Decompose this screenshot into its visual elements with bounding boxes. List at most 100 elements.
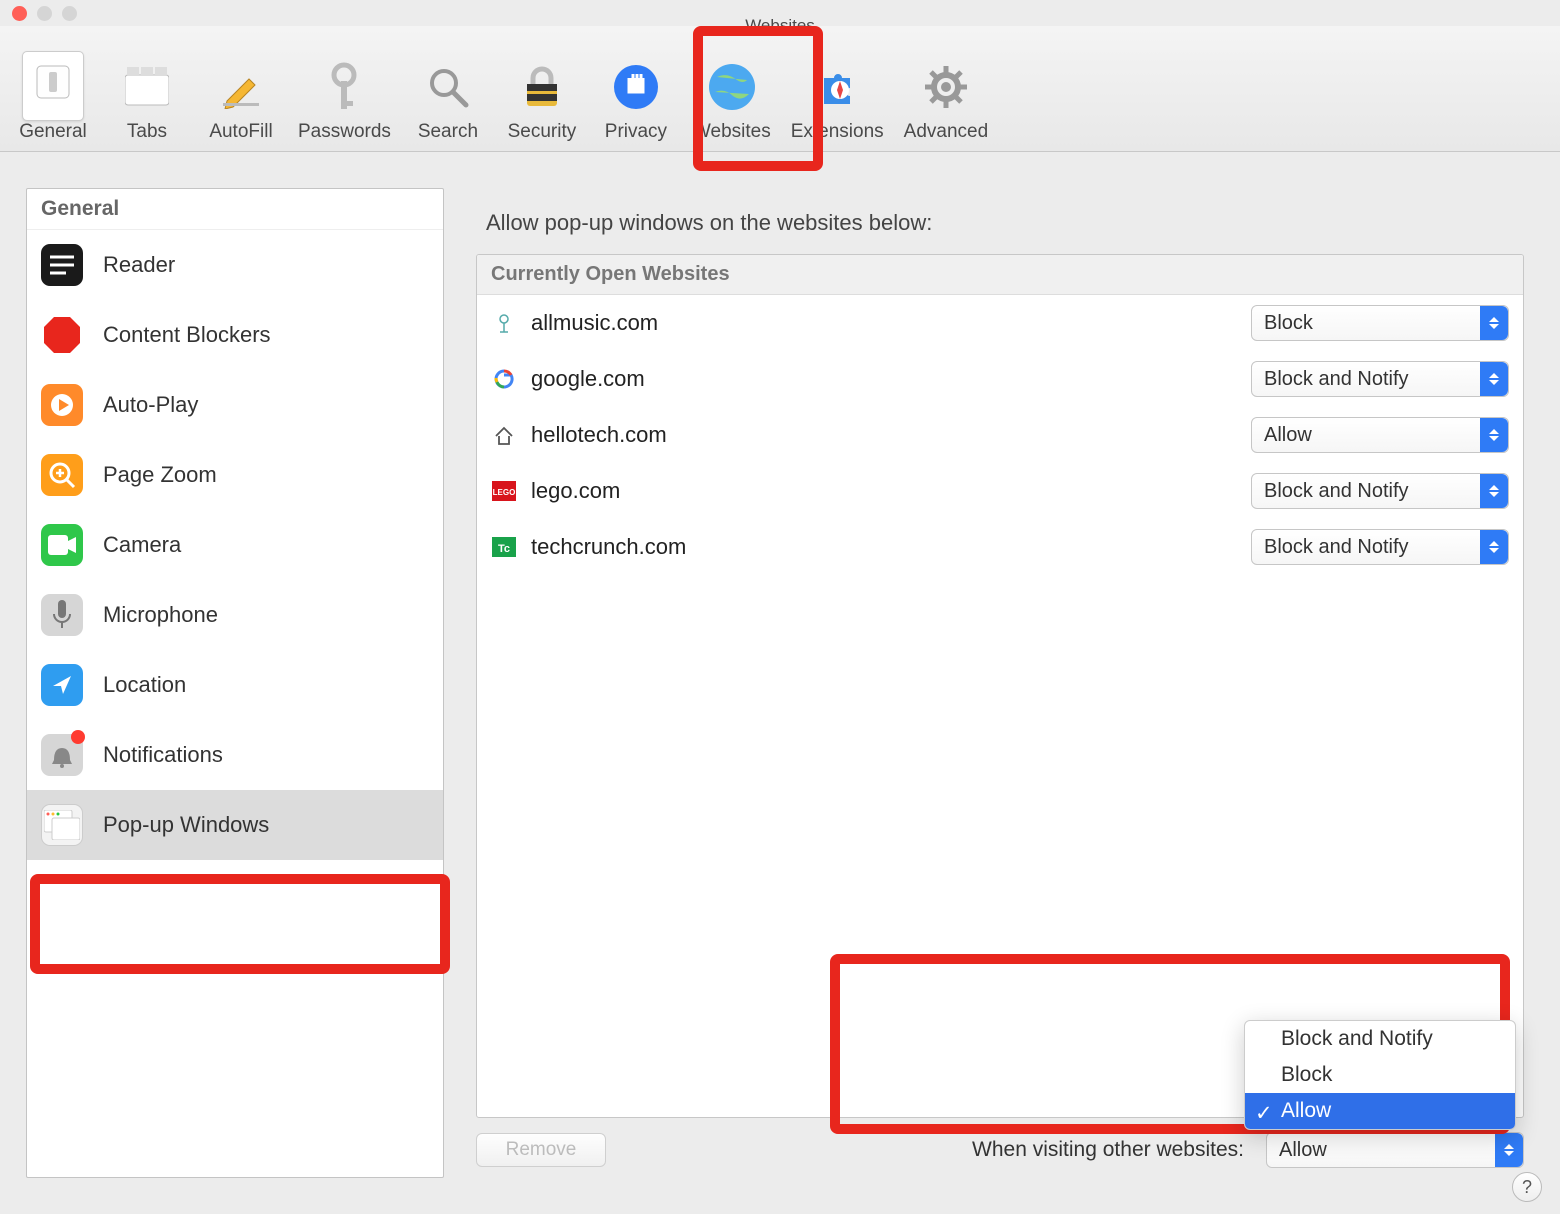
favicon-google: [491, 366, 517, 392]
toolbar-security[interactable]: Security: [499, 37, 585, 143]
toolbar-autofill[interactable]: AutoFill: [198, 37, 284, 143]
site-permission-select[interactable]: Block and Notify: [1251, 529, 1509, 565]
toolbar-label: Extensions: [791, 121, 884, 143]
remove-button: Remove: [476, 1133, 606, 1167]
toolbar-advanced[interactable]: Advanced: [898, 37, 995, 143]
notification-badge: [71, 730, 85, 744]
table-row[interactable]: LEGO lego.com Block and Notify: [477, 463, 1523, 519]
tabs-icon: [121, 61, 173, 113]
sidebar-item-label: Content Blockers: [103, 322, 271, 348]
key-icon: [318, 61, 370, 113]
search-icon: [422, 61, 474, 113]
toolbar-search[interactable]: Search: [405, 37, 491, 143]
titlebar: Websites: [0, 0, 1560, 26]
sidebar-item-camera[interactable]: Camera: [27, 510, 443, 580]
gear-icon: [920, 61, 972, 113]
chevron-updown-icon: [1495, 1133, 1523, 1167]
microphone-icon: [41, 594, 83, 636]
bell-icon: [41, 734, 83, 776]
check-icon: ✓: [1255, 1101, 1273, 1126]
dropdown-option[interactable]: Block and Notify: [1245, 1021, 1515, 1057]
sidebar-item-content-blockers[interactable]: Content Blockers: [27, 300, 443, 370]
traffic-lights: [12, 6, 77, 21]
favicon-techcrunch: Tc: [491, 534, 517, 560]
table-row[interactable]: google.com Block and Notify: [477, 351, 1523, 407]
dropdown-menu: Block and Notify Block ✓Allow: [1244, 1020, 1516, 1130]
sidebar-item-page-zoom[interactable]: Page Zoom: [27, 440, 443, 510]
dropdown-option[interactable]: Block: [1245, 1057, 1515, 1093]
dropdown-option[interactable]: ✓Allow: [1245, 1093, 1515, 1129]
sidebar-item-reader[interactable]: Reader: [27, 230, 443, 300]
sidebar-item-label: Page Zoom: [103, 462, 217, 488]
footer: Remove When visiting other websites: All…: [476, 1118, 1524, 1168]
pencil-icon: [215, 61, 267, 113]
close-icon[interactable]: [12, 6, 27, 21]
toolbar-label: Passwords: [298, 121, 391, 143]
table-row[interactable]: hellotech.com Allow: [477, 407, 1523, 463]
chevron-updown-icon: [1480, 474, 1508, 508]
zoom-icon[interactable]: [62, 6, 77, 21]
site-name: lego.com: [531, 478, 1237, 504]
table-row[interactable]: allmusic.com Block: [477, 295, 1523, 351]
toolbar-extensions[interactable]: Extensions: [785, 37, 890, 143]
site-table: Currently Open Websites allmusic.com Blo…: [476, 254, 1524, 1118]
minimize-icon[interactable]: [37, 6, 52, 21]
globe-icon: [706, 61, 758, 113]
svg-text:LEGO: LEGO: [493, 488, 516, 497]
sidebar-item-autoplay[interactable]: Auto-Play: [27, 370, 443, 440]
sidebar-item-label: Notifications: [103, 742, 223, 768]
chevron-updown-icon: [1480, 306, 1508, 340]
svg-text:Tc: Tc: [498, 543, 510, 555]
site-permission-select[interactable]: Block and Notify: [1251, 361, 1509, 397]
toolbar-label: Websites: [693, 121, 771, 143]
sidebar-item-label: Location: [103, 672, 186, 698]
toolbar: General Tabs AutoFill Passwords Search S…: [0, 26, 1560, 152]
main-title: Allow pop-up windows on the websites bel…: [486, 210, 1514, 236]
location-icon: [41, 664, 83, 706]
sidebar-item-location[interactable]: Location: [27, 650, 443, 720]
sidebar-item-label: Pop-up Windows: [103, 812, 269, 838]
sidebar-item-microphone[interactable]: Microphone: [27, 580, 443, 650]
sidebar-item-notifications[interactable]: Notifications: [27, 720, 443, 790]
table-row[interactable]: Tc techcrunch.com Block and Notify: [477, 519, 1523, 575]
table-header: Currently Open Websites: [477, 255, 1523, 295]
window-title: Websites: [745, 16, 815, 36]
toolbar-label: Tabs: [127, 121, 167, 143]
toolbar-label: General: [19, 121, 87, 143]
sidebar-item-popup-windows[interactable]: Pop-up Windows: [27, 790, 443, 860]
favicon-lego: LEGO: [491, 478, 517, 504]
toolbar-passwords[interactable]: Passwords: [292, 37, 397, 143]
other-websites-select[interactable]: Allow: [1266, 1132, 1524, 1168]
site-permission-select[interactable]: Block: [1251, 305, 1509, 341]
chevron-updown-icon: [1480, 418, 1508, 452]
toolbar-tabs[interactable]: Tabs: [104, 37, 190, 143]
reader-icon: [41, 244, 83, 286]
windows-icon: [41, 804, 83, 846]
toolbar-label: Advanced: [904, 121, 989, 143]
sidebar-item-label: Camera: [103, 532, 181, 558]
camera-icon: [41, 524, 83, 566]
toolbar-general[interactable]: General: [10, 37, 96, 143]
toolbar-privacy[interactable]: Privacy: [593, 37, 679, 143]
toolbar-label: AutoFill: [209, 121, 272, 143]
help-button[interactable]: ?: [1512, 1172, 1542, 1202]
site-name: allmusic.com: [531, 310, 1237, 336]
toolbar-label: Security: [508, 121, 577, 143]
play-icon: [41, 384, 83, 426]
switch-icon: [27, 56, 79, 108]
sidebar-item-label: Auto-Play: [103, 392, 198, 418]
lock-icon: [516, 61, 568, 113]
favicon-allmusic: [491, 310, 517, 336]
main-panel: Allow pop-up windows on the websites bel…: [466, 188, 1534, 1178]
toolbar-websites[interactable]: Websites: [687, 37, 777, 143]
site-name: hellotech.com: [531, 422, 1237, 448]
sidebar: General Reader Content Blockers Auto-Pla…: [26, 188, 444, 1178]
stop-icon: [41, 314, 83, 356]
chevron-updown-icon: [1480, 362, 1508, 396]
site-permission-select[interactable]: Block and Notify: [1251, 473, 1509, 509]
sidebar-item-label: Reader: [103, 252, 175, 278]
sidebar-header: General: [27, 189, 443, 230]
toolbar-label: Privacy: [605, 121, 667, 143]
site-name: google.com: [531, 366, 1237, 392]
site-permission-select[interactable]: Allow: [1251, 417, 1509, 453]
